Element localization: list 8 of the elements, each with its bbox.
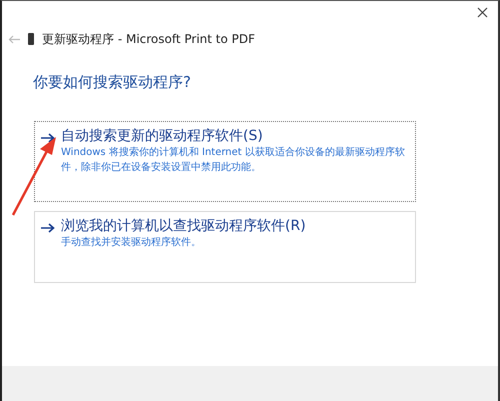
search-option[interactable]: 浏览我的计算机以查找驱动程序软件(R) 手动查找并安装驱动程序软件。 [34,210,416,282]
close-icon[interactable] [477,7,488,18]
arrow-icon [41,132,55,142]
device-icon [28,33,34,45]
dialog-heading: 你要如何搜索驱动程序? [33,72,192,93]
window-title: 更新驱动程序 - Microsoft Print to PDF [42,31,256,48]
arrow-icon [41,222,55,232]
search-option[interactable]: 自动搜索更新的驱动程序软件(S) Windows 将搜索你的计算机和 Internet 以获取适合你设备的最新驱动程序软件，除非你已在设备安装设置中禁用此功能。 [34,120,416,202]
